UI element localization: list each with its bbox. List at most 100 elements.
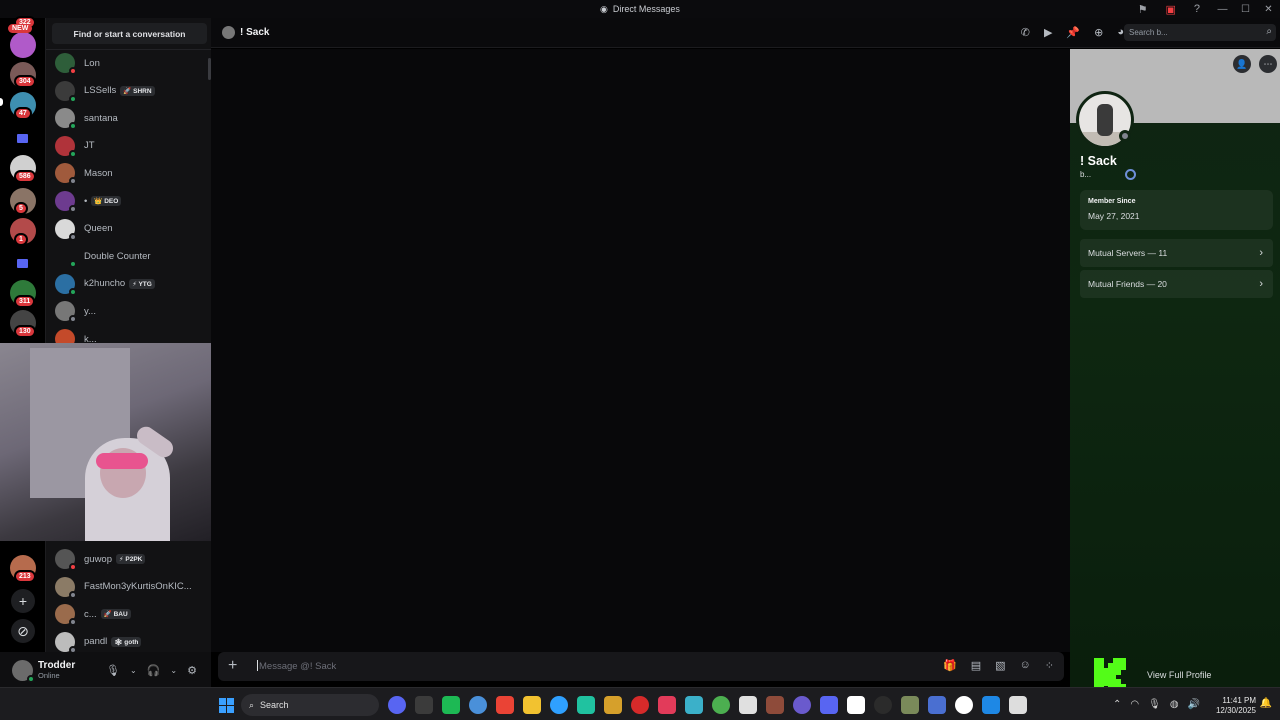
maximize-button[interactable]: ☐ — [1234, 0, 1257, 18]
avatar — [55, 53, 77, 75]
add-friends-to-dm-icon[interactable]: ⊕ — [1094, 26, 1103, 39]
more-options-icon[interactable]: ⋯ — [1259, 55, 1277, 73]
attach-plus-icon[interactable]: + — [228, 657, 237, 675]
dm-list-item[interactable]: • 👑 DEO — [55, 189, 205, 213]
taskbar-app-icon[interactable] — [847, 696, 865, 714]
taskbar-app-icon[interactable] — [766, 696, 784, 714]
title-bar: ◉ Direct Messages ⚑ ▣ ? — ☐ ✕ — [0, 0, 1280, 18]
user-profile-icon[interactable]: ◕ — [1117, 26, 1124, 39]
taskbar-app-icon[interactable] — [523, 696, 541, 714]
avatar — [55, 273, 77, 296]
taskbar-app-icon[interactable] — [739, 696, 757, 714]
taskbar-app-icon[interactable] — [712, 696, 730, 714]
volume-icon[interactable]: 🔊 — [1188, 699, 1200, 710]
screen-share-icon[interactable]: ▣ — [1165, 3, 1175, 16]
apps-icon[interactable]: ⁘ — [1045, 659, 1054, 672]
taskbar-app-icon[interactable] — [982, 696, 1000, 714]
dm-list-item[interactable]: c... 🚀 BAU — [55, 602, 205, 626]
windows-start-icon[interactable] — [219, 698, 234, 713]
mention-badge: 130 — [14, 325, 36, 338]
clock[interactable]: 11:41 PM 12/30/2025 — [1216, 696, 1256, 716]
taskbar-app-icon[interactable] — [928, 696, 946, 714]
server-folder-icon[interactable] — [17, 134, 28, 143]
server-folder-icon[interactable] — [17, 259, 28, 268]
dm-name: y... — [84, 305, 96, 317]
help-icon[interactable]: ? — [1194, 3, 1200, 15]
message-input[interactable]: Message @! Sack — [257, 660, 336, 672]
taskbar-app-icon[interactable] — [496, 696, 514, 714]
taskbar-app-icon[interactable] — [820, 696, 838, 714]
chat-recipient[interactable]: ! Sack — [222, 26, 269, 39]
settings-gear-icon[interactable]: ⚙ — [187, 664, 197, 677]
taskbar-search[interactable]: ⌕ Search — [241, 694, 379, 716]
taskbar-app-icon[interactable] — [550, 696, 568, 714]
status-indicator — [69, 563, 77, 571]
dm-list-item[interactable]: y... — [55, 299, 205, 324]
clan-tag-badge: 🚀 SHRN — [120, 85, 155, 96]
wifi-icon[interactable]: ◍ — [1170, 699, 1179, 710]
search-input[interactable]: Search b... ⌕ — [1124, 24, 1276, 41]
voice-call-icon[interactable]: ✆ — [1021, 26, 1030, 39]
taskbar-app-icon[interactable] — [415, 696, 433, 714]
taskbar-app-icon[interactable] — [955, 696, 973, 714]
view-full-profile-link[interactable]: View Full Profile — [1147, 670, 1211, 680]
dm-list-item[interactable]: pandl 🕸 goth — [55, 630, 205, 654]
member-since-card: Member Since May 27, 2021 — [1080, 190, 1273, 230]
dm-list-item[interactable]: Double Counter — [55, 244, 205, 269]
profile-name: ! Sack — [1080, 154, 1117, 168]
dm-list-item[interactable]: Queen — [55, 217, 205, 241]
dm-list-item[interactable]: Lon — [55, 51, 205, 75]
network-icon[interactable]: ◠ — [1130, 699, 1139, 710]
mutual-servers-row[interactable]: Mutual Servers — 11 › — [1080, 239, 1273, 267]
emoji-icon[interactable]: ☺ — [1020, 659, 1031, 672]
dm-list-item[interactable]: JT — [55, 134, 205, 158]
taskbar-app-icon[interactable] — [874, 696, 892, 714]
clock-time: 11:41 PM — [1222, 696, 1256, 705]
chevron-down-icon[interactable]: ⌄ — [130, 666, 137, 675]
headphones-icon[interactable]: 🎧 — [147, 664, 161, 677]
dm-list-item[interactable]: k2huncho ⚡ YTG — [55, 272, 205, 296]
sticker-icon[interactable]: ▧ — [995, 659, 1005, 672]
taskbar-app-icon[interactable] — [1009, 696, 1027, 714]
pin-icon[interactable]: 📌 — [1066, 26, 1080, 39]
status-indicator — [69, 149, 77, 158]
taskbar-app-icon[interactable] — [604, 696, 622, 714]
taskbar-app-icon[interactable] — [793, 696, 811, 714]
taskbar-app-icon[interactable] — [901, 696, 919, 714]
video-call-icon[interactable]: ▶ — [1044, 26, 1052, 39]
microphone-icon[interactable]: 🎙 — [106, 664, 120, 677]
inbox-flag-icon[interactable]: ⚑ — [1138, 3, 1148, 16]
mention-badge: 304 — [14, 75, 36, 88]
gif-icon[interactable]: ▤ — [971, 659, 981, 672]
tray-overflow-icon[interactable]: ⌃ — [1113, 699, 1121, 710]
mutual-friends-row[interactable]: Mutual Friends — 20 › — [1080, 270, 1273, 298]
minimize-button[interactable]: — — [1211, 0, 1234, 18]
notification-bell-icon[interactable]: 🔔 — [1260, 698, 1272, 709]
dm-list-item[interactable]: FastMon3yKurtisOnKIC... — [55, 575, 205, 599]
taskbar-app-icon[interactable] — [685, 696, 703, 714]
dm-list-item[interactable]: Mason — [55, 161, 205, 186]
profile-badge-icon[interactable] — [1125, 169, 1136, 180]
avatar[interactable] — [12, 659, 35, 683]
dm-list-item[interactable]: LSSells 🚀 SHRN — [55, 79, 205, 103]
chevron-down-icon[interactable]: ⌄ — [170, 666, 177, 675]
add-friend-icon[interactable]: 👤 — [1233, 55, 1251, 73]
add-server-button[interactable]: + — [11, 589, 35, 613]
status-indicator — [69, 618, 77, 626]
taskbar-app-icon[interactable] — [442, 696, 460, 714]
taskbar-app-icon[interactable] — [577, 696, 595, 714]
discover-servers-button[interactable]: ⊘ — [11, 619, 35, 643]
dm-list-item[interactable]: santana — [55, 106, 205, 131]
user-info[interactable]: Trodder Online — [38, 660, 75, 680]
server-icon[interactable] — [10, 32, 36, 58]
find-conversation-button[interactable]: Find or start a conversation — [52, 23, 207, 44]
dm-list-item[interactable]: guwop ⚡ P2PK — [55, 547, 205, 571]
taskbar-app-icon[interactable] — [658, 696, 676, 714]
taskbar-app-icon[interactable] — [469, 696, 487, 714]
taskbar-app-icon[interactable] — [631, 696, 649, 714]
avatar — [55, 163, 77, 186]
mic-icon[interactable]: 🎙 — [1148, 699, 1161, 710]
taskbar-app-icon[interactable] — [388, 696, 406, 714]
gift-icon[interactable]: 🎁 — [943, 659, 957, 672]
close-button[interactable]: ✕ — [1257, 0, 1280, 18]
